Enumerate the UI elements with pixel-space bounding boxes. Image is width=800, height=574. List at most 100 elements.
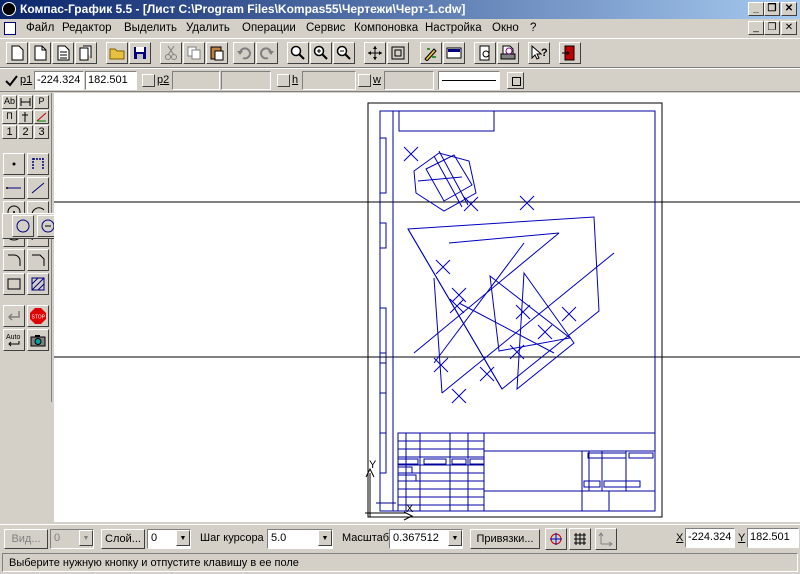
snaps-button[interactable]: Привязки... [470, 529, 540, 549]
close-button[interactable]: ✕ [781, 2, 797, 16]
new-fragment-button[interactable] [29, 42, 51, 64]
p2-y-field[interactable] [221, 71, 271, 90]
origin-axes [365, 467, 414, 521]
minimize-button[interactable]: _ [748, 2, 764, 16]
line-style-button[interactable] [507, 72, 524, 89]
new-spec-button[interactable] [52, 42, 74, 64]
measure-panel-tab[interactable] [34, 110, 49, 124]
rectangle-tool-icon[interactable] [3, 273, 25, 295]
open-folder-icon[interactable] [106, 42, 128, 64]
w-toggle[interactable] [358, 74, 371, 87]
camera-icon[interactable] [27, 329, 49, 351]
circle-3point-icon[interactable] [12, 215, 34, 237]
scale-dropdown-icon[interactable]: ▼ [448, 530, 462, 546]
p1-label: p1 [20, 74, 33, 86]
restore-button[interactable]: ❐ [764, 2, 780, 16]
zoom-out-icon[interactable] [333, 42, 355, 64]
zoom-window-icon[interactable] [287, 42, 309, 64]
line-tool-icon[interactable] [27, 177, 49, 199]
menu-layout[interactable]: Компоновка [354, 22, 418, 34]
ortho-mode-icon[interactable] [595, 528, 617, 550]
exit-door-icon[interactable] [559, 42, 581, 64]
hatch-tool-icon[interactable] [27, 273, 49, 295]
p2-x-field[interactable] [172, 71, 220, 90]
menu-editor[interactable]: Редактор [62, 22, 112, 34]
geometry-panel-tab[interactable]: Ab [2, 95, 17, 109]
panel-tab-3[interactable]: 3 [34, 125, 49, 139]
fillet-tool-icon[interactable] [3, 249, 25, 271]
drawing-canvas[interactable]: Y X [54, 93, 800, 522]
step-select[interactable]: 5.0 ▼ [267, 529, 333, 549]
layer-button[interactable]: Слой... [101, 529, 145, 549]
doc-restore-button[interactable]: ❐ [764, 21, 780, 35]
save-disk-icon[interactable] [129, 42, 151, 64]
show-all-icon[interactable] [387, 42, 409, 64]
context-help-icon[interactable]: ? [528, 42, 550, 64]
zoom-in-icon[interactable] [310, 42, 332, 64]
p1-y-field[interactable]: 182.501 [85, 71, 137, 90]
view-dropdown-icon[interactable]: ▼ [79, 530, 93, 546]
print-icon[interactable] [497, 42, 519, 64]
panel-tab-2[interactable]: 2 [18, 125, 33, 139]
view-button[interactable]: Вид... [4, 529, 48, 549]
sheet-border [367, 102, 663, 518]
preview-icon[interactable] [474, 42, 496, 64]
document-icon[interactable] [4, 22, 16, 35]
axis-x-label: X [406, 503, 414, 515]
text-panel-tab[interactable]: P [34, 95, 49, 109]
h-toggle[interactable] [277, 74, 290, 87]
edit-panel-tab[interactable]: П [2, 110, 17, 124]
paste-clipboard-icon[interactable] [206, 42, 228, 64]
p1-x-field[interactable]: -224.324 [34, 71, 84, 90]
enter-object-icon[interactable] [3, 305, 25, 327]
menu-file[interactable]: Файл [26, 22, 54, 34]
y-coordinate-field[interactable]: 182.501 [747, 528, 799, 548]
checkmark-icon[interactable] [4, 74, 18, 88]
layer-select[interactable]: 0 ▼ [147, 529, 191, 549]
p2-toggle[interactable] [142, 74, 155, 87]
layer-value: 0 [151, 532, 158, 544]
dimensions-panel-tab[interactable] [18, 95, 33, 109]
refresh-pencil-icon[interactable] [420, 42, 442, 64]
menu-help[interactable]: ? [530, 22, 536, 34]
menu-operations[interactable]: Операции [242, 22, 296, 34]
copy-icon[interactable] [183, 42, 205, 64]
auto-create-icon[interactable]: Auto [3, 329, 25, 351]
w-field[interactable] [384, 71, 434, 90]
menu-delete[interactable]: Удалить [186, 22, 230, 34]
doc-minimize-button[interactable]: _ [748, 21, 764, 35]
menu-settings[interactable]: Настройка [425, 22, 482, 34]
menu-window[interactable]: Окно [492, 22, 519, 34]
new-sheet-button[interactable] [6, 42, 28, 64]
segment-tool-icon[interactable] [3, 177, 25, 199]
x-coordinate-field[interactable]: -224.324 [685, 528, 735, 548]
layer-dropdown-icon[interactable]: ▼ [176, 530, 190, 546]
cut-scissors-icon[interactable] [160, 42, 182, 64]
bottom-toolbar: Вид... 0 ▼ Слой... 0 ▼ Шаг курсора 5.0 ▼ Ма… [0, 524, 800, 551]
new-text-button[interactable] [75, 42, 97, 64]
redo-icon[interactable] [256, 42, 278, 64]
step-dropdown-icon[interactable]: ▼ [318, 530, 332, 546]
undo-icon[interactable] [233, 42, 255, 64]
window-title: Компас-График 5.5 - [Лист C:\Program Fil… [20, 2, 466, 16]
doc-close-button[interactable]: ✕ [781, 21, 797, 35]
menu-service[interactable]: Сервис [306, 22, 345, 34]
param-panel-tab[interactable] [18, 110, 33, 124]
view-select[interactable]: 0 ▼ [50, 529, 94, 549]
h-field[interactable] [302, 71, 356, 90]
menu-select[interactable]: Выделить [124, 22, 177, 34]
parameters-bar: p1 -224.324 182.501 p2 h w [0, 68, 800, 92]
stop-sign-icon[interactable]: STOP [27, 305, 49, 327]
panel-tab-1[interactable]: 1 [2, 125, 17, 139]
scale-label: Масштаб [342, 532, 390, 544]
aux-line-tool-icon[interactable] [27, 153, 49, 175]
scale-select[interactable]: 0.367512 ▼ [389, 529, 463, 549]
local-cs-icon[interactable] [545, 528, 567, 550]
view-manager-icon[interactable] [443, 42, 465, 64]
x-label: X [676, 532, 684, 544]
chamfer-tool-icon[interactable] [27, 249, 49, 271]
point-tool-icon[interactable] [3, 153, 25, 175]
grid-icon[interactable] [569, 528, 591, 550]
line-style-field[interactable] [438, 71, 500, 90]
pan-move-icon[interactable] [364, 42, 386, 64]
